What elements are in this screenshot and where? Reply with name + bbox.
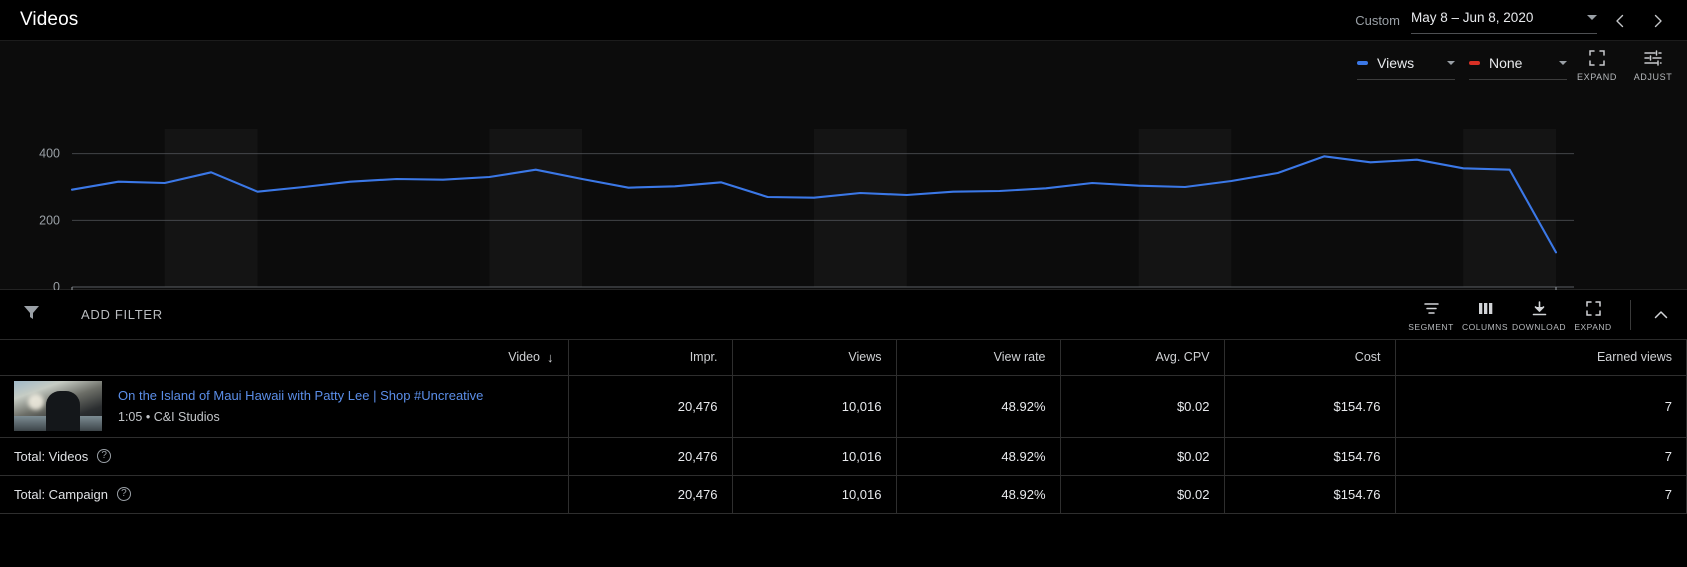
total-campaign-avg-cpv: $0.02 (1060, 475, 1225, 514)
total-campaign-label: Total: Campaign (14, 486, 108, 502)
segment-button[interactable]: SEGMENT (1404, 299, 1458, 332)
add-filter-control[interactable]: ADD FILTER (0, 303, 163, 327)
thumbnail-sun (28, 394, 44, 410)
next-period-button[interactable] (1643, 6, 1673, 36)
chart-y-tick-label: 200 (39, 213, 60, 227)
table-tools: SEGMENT COLUMNS DOWNLOAD EXPAND (1404, 290, 1687, 340)
total-videos-views: 10,016 (732, 437, 897, 476)
column-header-video-label: Video (508, 350, 540, 365)
primary-metric-label: Views (1377, 55, 1415, 71)
date-range-dropdown[interactable]: May 8 – Jun 8, 2020 (1411, 7, 1597, 34)
primary-metric-selector[interactable]: Views (1357, 51, 1455, 80)
cell-view-rate: 48.92% (896, 375, 1061, 438)
columns-label: COLUMNS (1461, 321, 1508, 332)
download-label: DOWNLOAD (1511, 321, 1567, 332)
help-circle-icon[interactable]: ? (116, 487, 131, 501)
video-meta-separator: • (145, 410, 151, 424)
chart-expand-button[interactable]: EXPAND (1571, 48, 1623, 82)
video-title-link[interactable]: On the Island of Maui Hawaii with Patty … (118, 388, 483, 403)
chart-weekend-band (1139, 129, 1232, 287)
total-videos-view-rate: 48.92% (896, 437, 1061, 476)
total-videos-cost: $154.76 (1224, 437, 1396, 476)
help-circle-icon[interactable]: ? (97, 449, 112, 463)
column-header-view-rate[interactable]: View rate (896, 340, 1061, 376)
chevron-down-icon (1447, 61, 1455, 65)
secondary-metric-color-swatch (1469, 61, 1480, 65)
chart-y-tick-label: 400 (39, 147, 60, 161)
filter-toolbar: ADD FILTER SEGMENT COLUMNS DOWNLOAD EXPA… (0, 290, 1687, 340)
date-range-selector[interactable]: Custom May 8 – Jun 8, 2020 (1355, 0, 1673, 41)
columns-button[interactable]: COLUMNS (1458, 299, 1512, 332)
top-bar: Videos Custom May 8 – Jun 8, 2020 (0, 0, 1687, 41)
column-header-earned-views[interactable]: Earned views (1395, 340, 1687, 376)
secondary-metric-label: None (1489, 55, 1523, 71)
date-range-value: May 8 – Jun 8, 2020 (1411, 10, 1534, 25)
collapse-panel-button[interactable] (1641, 295, 1681, 335)
cell-impressions: 20,476 (568, 375, 733, 438)
column-header-impressions[interactable]: Impr. (568, 340, 733, 376)
cell-cost: $154.76 (1224, 375, 1396, 438)
table-expand-button[interactable]: EXPAND (1566, 299, 1620, 332)
views-line-chart: 0200400May 8, 2020Jun 8, 2020 (0, 89, 1687, 290)
caret-down-icon (1587, 15, 1597, 20)
video-cell: On the Island of Maui Hawaii with Patty … (0, 375, 569, 438)
chart-weekend-band (489, 129, 582, 287)
toolbar-divider (1630, 300, 1631, 330)
chart-adjust-button[interactable]: ADJUST (1627, 48, 1679, 82)
chart-expand-label: EXPAND (1577, 72, 1617, 82)
column-header-video[interactable]: Video ↓ (0, 340, 569, 376)
total-videos-label-cell: Total: Videos ? (0, 437, 569, 476)
total-campaign-cost: $154.76 (1224, 475, 1396, 514)
total-campaign-earned-views: 7 (1395, 475, 1687, 514)
chart-svg: 0200400May 8, 2020Jun 8, 2020 (39, 129, 1574, 290)
video-channel: C&I Studios (153, 410, 220, 424)
funnel-icon (22, 303, 41, 327)
total-campaign-label-cell: Total: Campaign ? (0, 475, 569, 514)
table-expand-label: EXPAND (1574, 321, 1612, 332)
table-header-row: Video ↓ Impr. Views View rate Avg. CPV C… (0, 340, 1687, 376)
add-filter-label: ADD FILTER (81, 307, 163, 322)
primary-metric-color-swatch (1357, 61, 1368, 65)
video-thumbnail[interactable] (14, 381, 102, 431)
chart-weekend-band (1463, 129, 1556, 287)
date-range-mode-label: Custom (1355, 13, 1400, 28)
total-videos-impressions: 20,476 (568, 437, 733, 476)
chart-y-tick-label: 0 (53, 280, 60, 290)
secondary-metric-selector[interactable]: None (1469, 51, 1567, 80)
chart-panel: Views None EXPAND ADJUST 0200400May 8, 2… (0, 41, 1687, 290)
total-videos-earned-views: 7 (1395, 437, 1687, 476)
cell-views: 10,016 (732, 375, 897, 438)
total-campaign-impressions: 20,476 (568, 475, 733, 514)
chart-adjust-label: ADJUST (1633, 72, 1673, 82)
total-campaign-view-rate: 48.92% (896, 475, 1061, 514)
column-header-views[interactable]: Views (732, 340, 897, 376)
table-row[interactable]: On the Island of Maui Hawaii with Patty … (0, 375, 1687, 438)
arrow-down-icon: ↓ (547, 349, 554, 365)
chart-weekend-band (165, 129, 258, 287)
cell-earned-views: 7 (1395, 375, 1687, 438)
thumbnail-subject (46, 391, 80, 431)
chart-controls: Views None EXPAND ADJUST (1343, 41, 1687, 89)
chevron-down-icon (1559, 61, 1567, 65)
total-videos-row: Total: Videos ? 20,476 10,016 48.92% $0.… (0, 437, 1687, 476)
cell-avg-cpv: $0.02 (1060, 375, 1225, 438)
total-campaign-views: 10,016 (732, 475, 897, 514)
download-button[interactable]: DOWNLOAD (1512, 299, 1566, 332)
segment-label: SEGMENT (1408, 321, 1454, 332)
total-videos-label: Total: Videos (14, 448, 89, 464)
video-duration: 1:05 (118, 410, 143, 424)
column-header-avg-cpv[interactable]: Avg. CPV (1060, 340, 1225, 376)
videos-table: Video ↓ Impr. Views View rate Avg. CPV C… (0, 340, 1687, 514)
previous-period-button[interactable] (1605, 6, 1635, 36)
total-videos-avg-cpv: $0.02 (1060, 437, 1225, 476)
chart-weekend-band (814, 129, 907, 287)
page-title: Videos (20, 9, 79, 30)
column-header-cost[interactable]: Cost (1224, 340, 1396, 376)
total-campaign-row: Total: Campaign ? 20,476 10,016 48.92% $… (0, 475, 1687, 514)
